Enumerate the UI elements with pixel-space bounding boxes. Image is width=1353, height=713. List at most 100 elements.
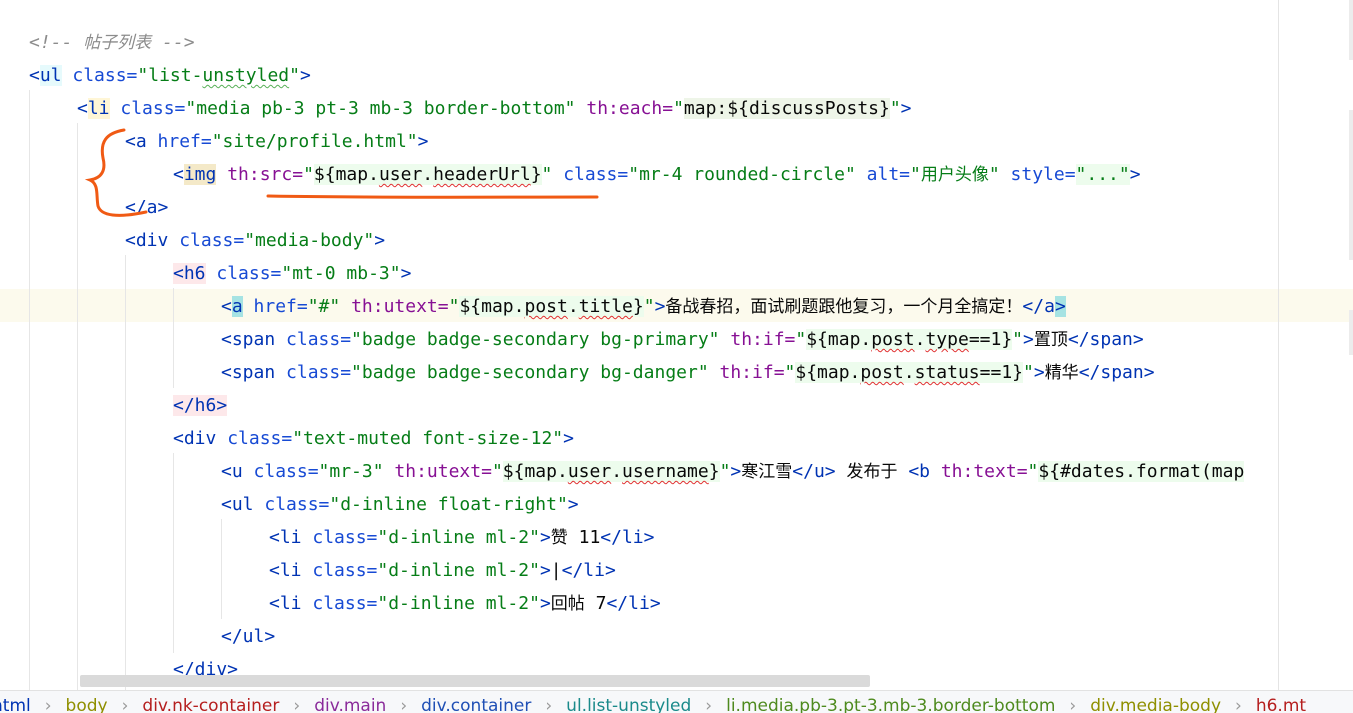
code-token: > [654,296,666,317]
code-token: user [567,461,612,482]
code-token: "mr-4 rounded-circle" [628,164,856,185]
code-token: "site/profile.html" [211,131,418,152]
code-line[interactable]: <li class="d-inline ml-2">回帖 7</li> [269,587,661,620]
code-token: ${map. [502,461,568,482]
code-line[interactable]: <div class="media-body"> [125,224,385,257]
code-line[interactable]: <li class="d-inline ml-2">|</li> [269,554,616,587]
breadcrumb-item[interactable]: div.nk-container [142,691,279,713]
code-token: " [719,461,731,482]
code-line[interactable]: <img th:src="${map.user.headerUrl}" clas… [173,158,1141,191]
code-token: ${map. [806,329,872,350]
code-token: --> [151,32,195,53]
code-token: </ul> [221,626,276,647]
code-token: " [795,329,807,350]
code-token: 精华 [1044,363,1079,383]
code-line[interactable]: <ul class="d-inline float-right"> [221,488,579,521]
code-line[interactable]: <a href="site/profile.html"> [125,125,428,158]
code-line[interactable]: <u class="mr-3" th:utext="${map.user.use… [221,455,1245,488]
code-token: > [539,527,551,548]
code-token: ${map. [459,296,525,317]
code-line[interactable]: <div class="text-muted font-size-12"> [173,422,574,455]
horizontal-scrollbar[interactable] [80,675,870,687]
code-token: <li [269,527,302,548]
code-token: "mt-0 mb-3" [281,263,401,284]
breadcrumb-separator: › [545,696,553,713]
breadcrumb-separator: › [400,696,408,713]
code-token: " [1012,329,1024,350]
code-token: class= [275,329,352,350]
breadcrumb-item[interactable]: div.media-body [1090,691,1221,713]
code-token: " [289,65,300,86]
code-token: > [1129,164,1141,185]
code-token: } [530,164,542,185]
code-token: type [925,329,969,350]
code-token: "media pb-3 pt-3 mb-3 border-bottom" [185,98,576,119]
code-token: 置顶 [1033,330,1068,350]
breadcrumb-item[interactable]: div.main [314,691,386,713]
code-token: <a [125,131,147,152]
code-token: > [1054,296,1066,317]
code-token: <h6 [173,263,206,284]
code-token: 发布于 [846,462,898,482]
code-token: 寒江雪 [741,462,793,482]
code-token: a [231,296,243,317]
code-token: " [448,296,460,317]
code-token: . [422,164,434,185]
code-token: <div [173,428,217,449]
code-token: </span> [1078,362,1155,383]
code-token: < [77,98,88,119]
code-line[interactable]: <ul class="list-unstyled"> [29,59,311,92]
code-token: th:utext= [383,461,492,482]
code-token: img [183,164,217,185]
code-token: " [1023,362,1034,383]
code-token: </ [1022,296,1045,317]
code-token: " [541,164,553,185]
code-line[interactable]: <li class="d-inline ml-2">赞 11</li> [269,521,654,554]
code-token: class= [552,164,629,185]
code-token: 备战春招，面试刷题跟他复习，一个月全搞定！ [665,297,1023,317]
code-line[interactable]: <span class="badge badge-secondary bg-da… [221,356,1155,389]
code-line[interactable]: <li class="media pb-3 pt-3 mb-3 border-b… [77,92,912,125]
code-token: > [374,230,386,251]
code-line[interactable]: <a href="#" th:utext="${map.post.title}"… [221,290,1066,323]
annotation-underline [266,194,599,199]
code-token: "d-inline float-right" [329,494,568,515]
code-line[interactable]: <h6 class="mt-0 mb-3"> [173,257,411,290]
code-token: user [378,164,423,185]
error-stripe-mark[interactable] [1349,0,1353,60]
code-token: status [914,362,980,383]
code-token: > [400,263,412,284]
code-editor[interactable]: <!-- 帖子列表 --> <ul class="list-unstyled"> <… [0,0,1353,690]
error-stripe-mark[interactable] [1349,110,1353,260]
code-token: " [910,164,921,185]
indent-guide [125,255,126,690]
breadcrumb: html › body › div.nk-container › div.main › div.… [0,690,1353,713]
breadcrumb-item[interactable]: h6.mt [1256,691,1306,713]
code-token: <span [221,362,276,383]
code-token: </li> [600,527,655,548]
code-line[interactable]: </a> [125,191,168,224]
code-token: . [611,461,623,482]
code-token: li [87,98,110,119]
code-token: post [860,362,904,383]
code-token: </a> [125,197,169,218]
breadcrumb-item[interactable]: li.media.pb-3.pt-3.mb-3.border-bottom [726,691,1055,713]
error-stripe-mark[interactable] [1349,310,1353,355]
breadcrumb-item[interactable]: div.container [421,691,531,713]
code-token: > [567,494,579,515]
code-line[interactable]: <!-- 帖子列表 --> [29,26,195,59]
breadcrumb-item[interactable]: body [66,691,108,713]
code-token: </li> [606,593,661,614]
breadcrumb-separator: › [44,696,52,713]
code-line[interactable]: <span class="badge badge-secondary bg-pr… [221,323,1144,356]
breadcrumb-separator: › [121,696,129,713]
code-token: > [1023,329,1034,350]
code-line[interactable]: </h6> [173,389,228,422]
code-token: > [900,98,912,119]
breadcrumb-item[interactable]: ul.list-unstyled [566,691,691,713]
code-token: > [539,593,551,614]
code-line[interactable]: </ul> [221,620,275,653]
code-token: post [524,296,568,317]
breadcrumb-item[interactable]: html [0,691,31,713]
code-token: th:if= [719,329,796,350]
